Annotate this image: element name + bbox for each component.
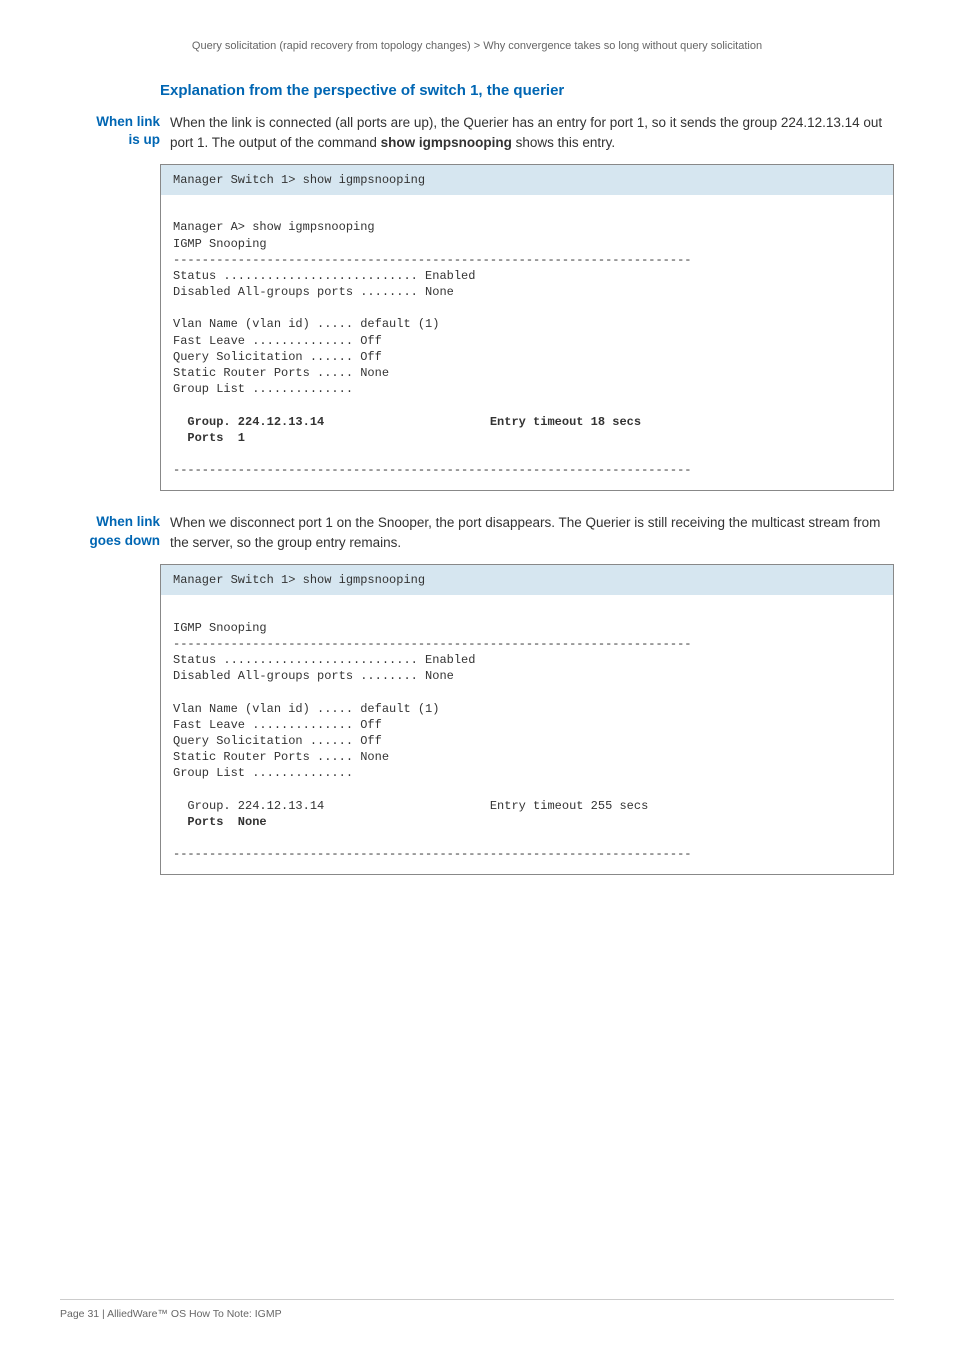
code-body-2: IGMP Snooping --------------------------… bbox=[161, 595, 893, 874]
code-body-1: Manager A> show igmpsnooping IGMP Snoopi… bbox=[161, 195, 893, 490]
para-linkup-bold: show igmpsnooping bbox=[381, 135, 512, 150]
side-label-line1: When link bbox=[96, 114, 160, 129]
side-label-line2: is up bbox=[128, 132, 160, 147]
side-label-linkup: When link is up bbox=[60, 113, 170, 149]
breadcrumb: Query solicitation (rapid recovery from … bbox=[60, 40, 894, 52]
code-header-1: Manager Switch 1> show igmpsnooping bbox=[161, 165, 893, 195]
code-block-2: Manager Switch 1> show igmpsnooping IGMP… bbox=[160, 564, 894, 875]
para-linkup-tail: shows this entry. bbox=[512, 135, 615, 150]
footer-rule bbox=[60, 1299, 894, 1300]
code-header-2: Manager Switch 1> show igmpsnooping bbox=[161, 565, 893, 595]
side-label2-line2: goes down bbox=[90, 533, 161, 548]
section-title: Explanation from the perspective of swit… bbox=[160, 82, 894, 99]
para-linkup: When the link is connected (all ports ar… bbox=[170, 113, 894, 152]
side-label-linkdown: When link goes down bbox=[60, 513, 170, 549]
side-label2-line1: When link bbox=[96, 514, 160, 529]
code-block-1: Manager Switch 1> show igmpsnooping Mana… bbox=[160, 164, 894, 491]
para-linkdown: When we disconnect port 1 on the Snooper… bbox=[170, 513, 894, 552]
page-footer: Page 31 | AlliedWare™ OS How To Note: IG… bbox=[60, 1308, 282, 1320]
